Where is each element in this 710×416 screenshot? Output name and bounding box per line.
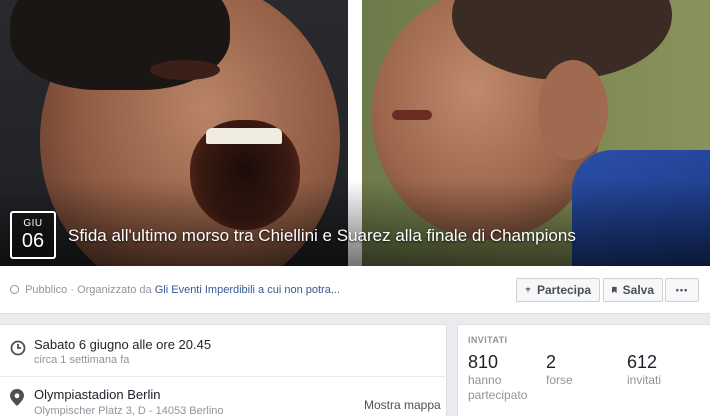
more-options-button[interactable]: •••: [665, 278, 699, 302]
event-place-row: Olympiastadion Berlin Olympischer Platz …: [0, 377, 447, 416]
event-date-day: 06: [21, 230, 45, 252]
join-icon: [525, 286, 531, 294]
bookmark-icon: [612, 286, 617, 294]
show-map-link[interactable]: Mostra mappa: [364, 398, 441, 412]
organizer-link[interactable]: Gli Eventi Imperdibili a cui non potra..…: [155, 284, 340, 296]
clock-icon: [10, 340, 26, 356]
invited-card: INVITATI 810 hanno partecipato 2 forse 6…: [457, 324, 710, 416]
event-meta-info: Pubblico · Organizzato da Gli Eventi Imp…: [10, 284, 340, 296]
join-button[interactable]: Partecipa: [516, 278, 600, 302]
stat-maybe-count: 2: [546, 352, 557, 372]
stat-maybe-label: forse: [546, 373, 573, 387]
event-meta-bar: Pubblico · Organizzato da Gli Eventi Imp…: [0, 266, 710, 314]
privacy-label: Pubblico: [25, 284, 68, 296]
invited-heading: INVITATI: [468, 335, 508, 345]
location-pin-icon: [10, 389, 24, 406]
event-title: Sfida all'ultimo morso tra Chiellini e S…: [68, 226, 576, 245]
stat-invited-count: 612: [627, 352, 658, 372]
save-button-label: Salva: [622, 283, 654, 297]
save-button[interactable]: Salva: [603, 278, 663, 302]
stat-invited-label: invitati: [627, 373, 662, 387]
event-date-badge: GIU 06: [10, 211, 56, 259]
event-cover: GIU 06 Sfida all'ultimo morso tra Chiell…: [0, 0, 710, 266]
organized-by-label: Organizzato da: [77, 284, 152, 296]
event-address: Olympischer Platz 3, D - 14053 Berlino: [34, 405, 224, 416]
stat-invited[interactable]: 612 invitati: [627, 351, 707, 388]
stat-going-label: hanno partecipato: [468, 373, 528, 402]
stat-maybe[interactable]: 2 forse: [546, 351, 626, 388]
stat-going[interactable]: 810 hanno partecipato: [468, 351, 548, 403]
event-time[interactable]: Sabato 6 giugno alle ore 20.45: [34, 337, 211, 352]
more-options-icon: •••: [675, 285, 689, 295]
event-time-row: Sabato 6 giugno alle ore 20.45 circa 1 s…: [0, 325, 447, 377]
event-place[interactable]: Olympiastadion Berlin: [34, 387, 160, 402]
globe-icon: [10, 285, 19, 294]
event-time-relative: circa 1 settimana fa: [34, 354, 130, 366]
cover-gradient: [0, 180, 710, 266]
join-button-label: Partecipa: [536, 283, 591, 297]
event-details-card: Sabato 6 giugno alle ore 20.45 circa 1 s…: [0, 324, 447, 416]
stat-going-count: 810: [468, 352, 499, 372]
meta-separator: ·: [70, 284, 74, 296]
event-date-month: GIU: [23, 218, 43, 229]
